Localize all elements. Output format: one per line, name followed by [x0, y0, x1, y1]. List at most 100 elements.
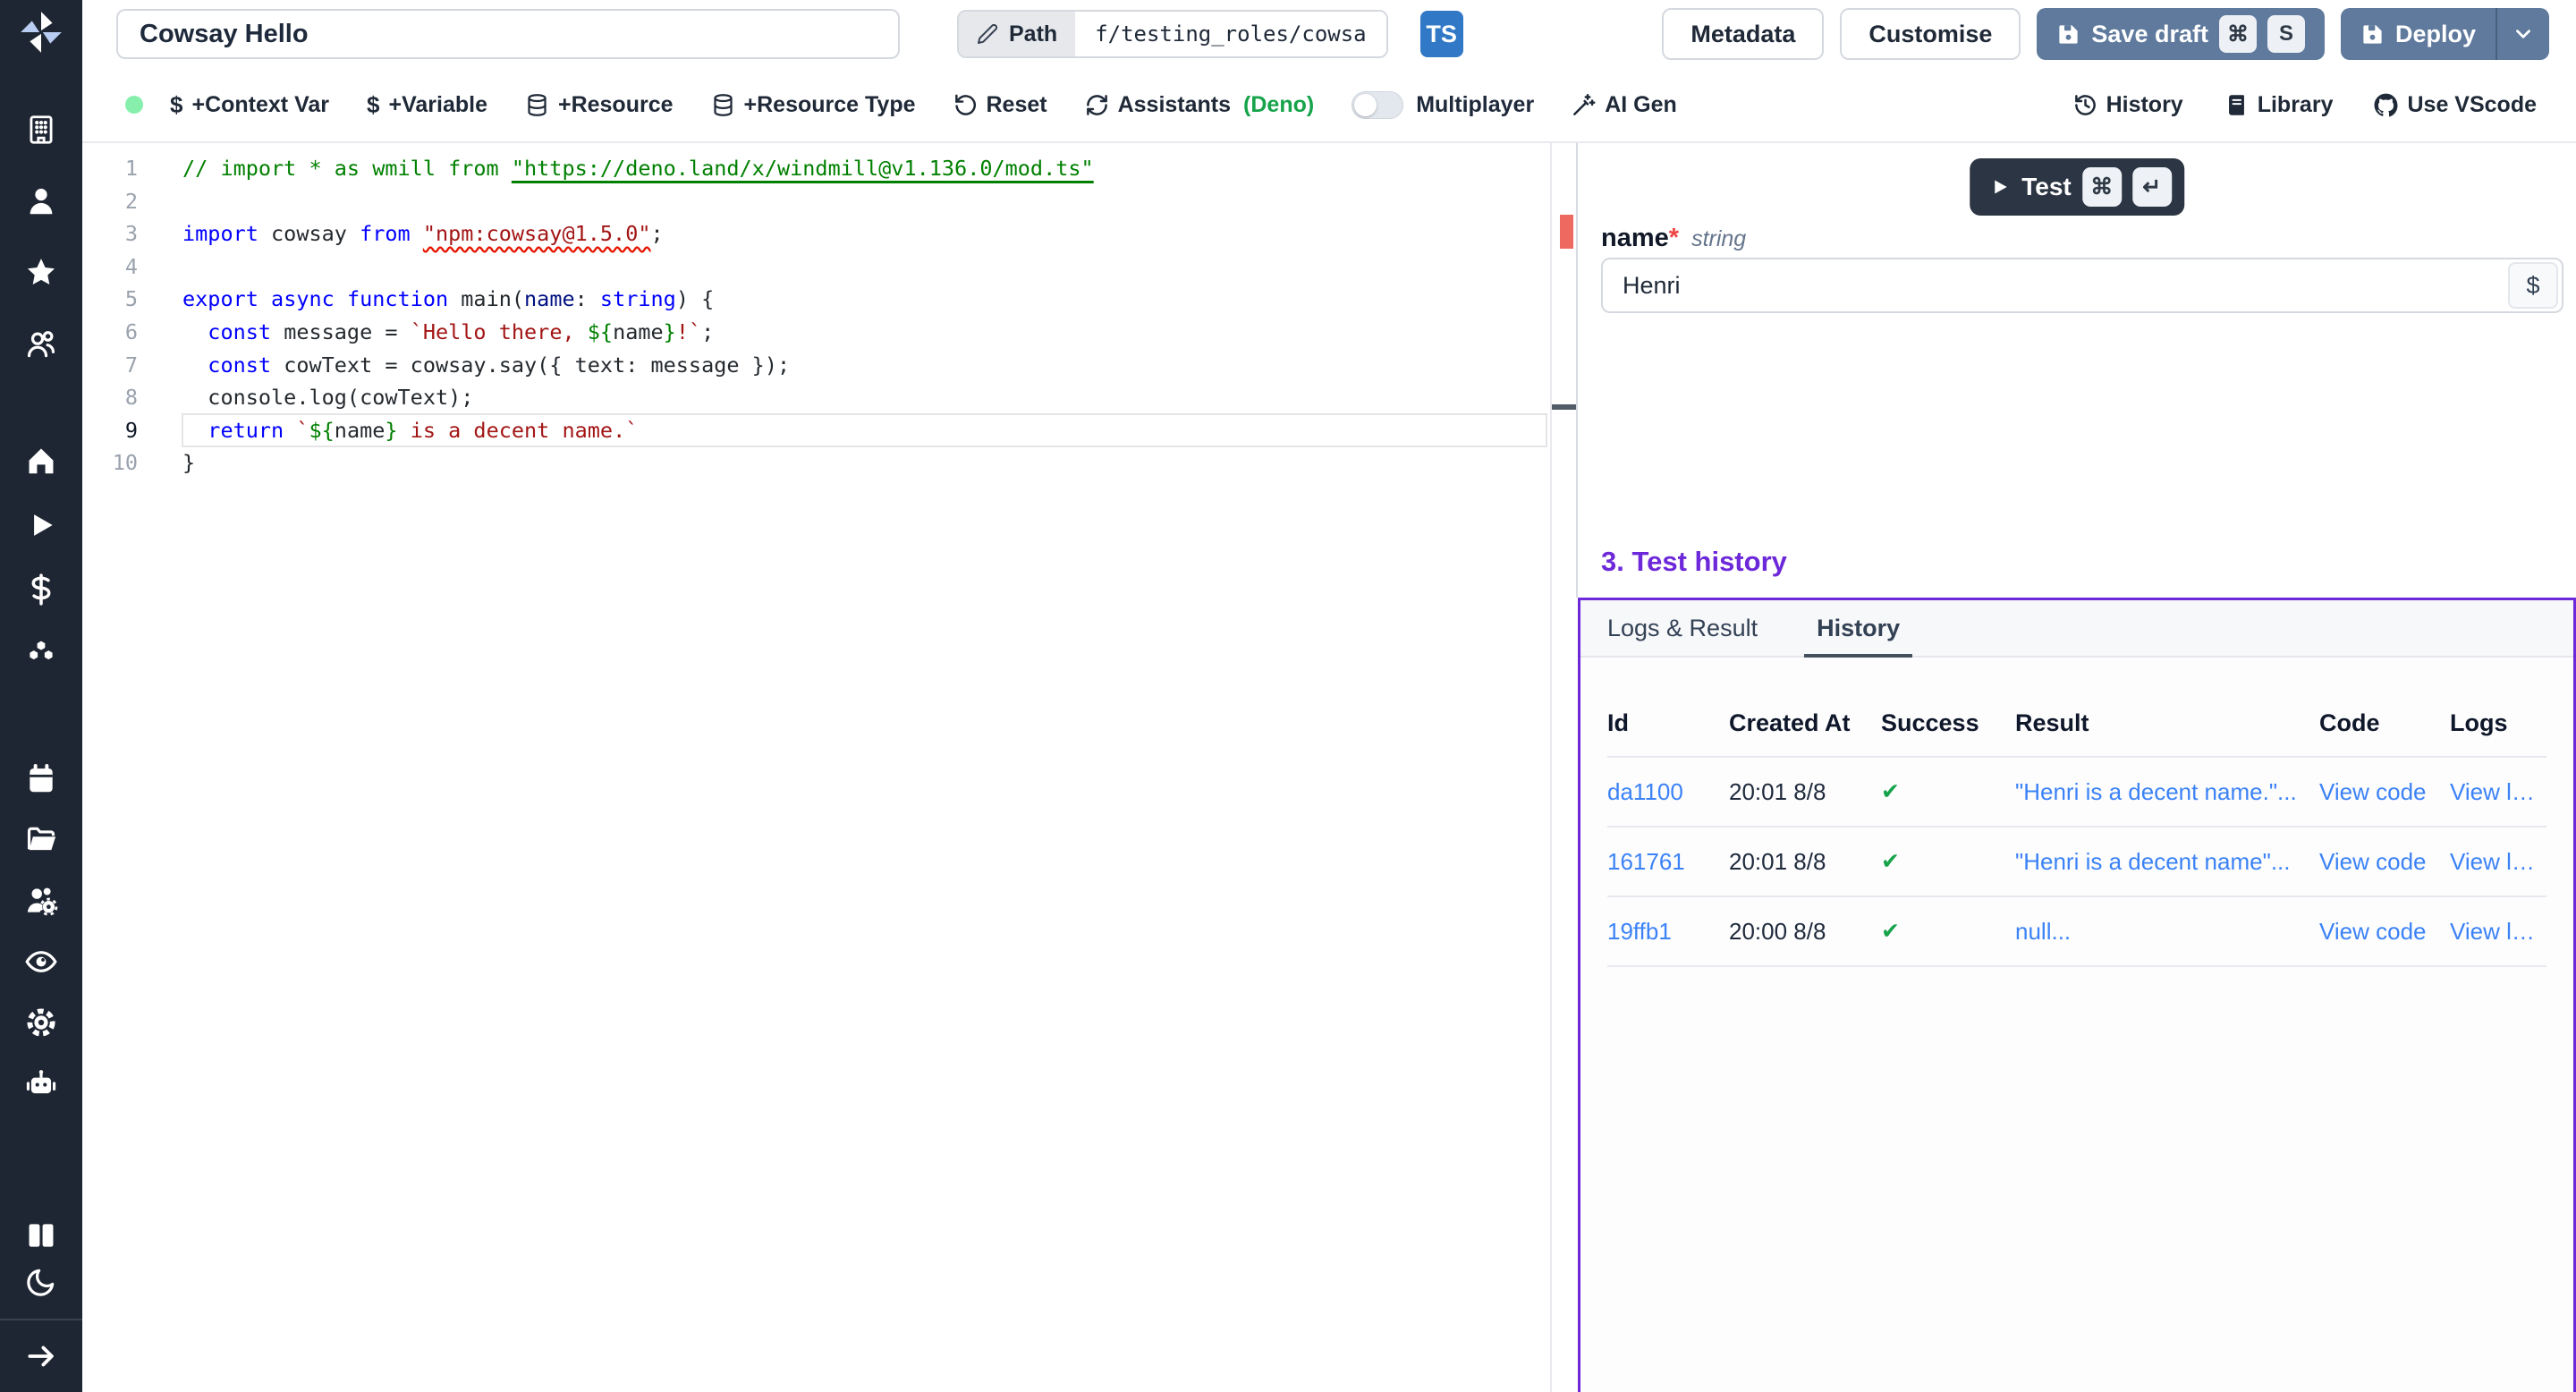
created-at: 20:00 8/8: [1729, 918, 1881, 946]
docs-book-icon[interactable]: [24, 1218, 58, 1252]
code-line[interactable]: return `${name} is a decent name.`: [182, 414, 1546, 447]
use-vscode-button[interactable]: Use VScode: [2374, 92, 2537, 118]
deploy-dropdown-button[interactable]: [2497, 8, 2549, 60]
result-link[interactable]: "Henri is a decent name"...: [2015, 848, 2319, 876]
windmill-logo-icon[interactable]: [16, 7, 66, 57]
code-line[interactable]: }: [182, 446, 1546, 480]
code-line[interactable]: [182, 185, 1546, 218]
runs-play-icon[interactable]: [24, 508, 58, 542]
metadata-button[interactable]: Metadata: [1662, 8, 1824, 60]
add-resource-button[interactable]: +Resource: [525, 92, 674, 118]
code-line[interactable]: import cowsay from "npm:cowsay@1.5.0";: [182, 217, 1546, 250]
editor-code[interactable]: // import * as wmill from "https://deno.…: [182, 152, 1546, 480]
editor-overview-ruler[interactable]: [1552, 143, 1578, 1392]
tab-logs-result[interactable]: Logs & Result: [1607, 600, 1758, 656]
save-draft-button[interactable]: Save draft ⌘ S: [2037, 8, 2325, 60]
assistants-button[interactable]: Assistants (Deno): [1085, 92, 1315, 118]
add-context-var-button[interactable]: $ +Context Var: [170, 91, 329, 119]
section-title: 3. Test history: [1601, 546, 1787, 578]
view-logs-link[interactable]: View logs: [2450, 918, 2546, 946]
dark-mode-moon-icon[interactable]: [24, 1265, 58, 1299]
view-logs-link[interactable]: View logs: [2450, 778, 2546, 806]
table-row: 19ffb120:00 8/8✔null...View codeView log…: [1607, 897, 2546, 967]
view-code-link[interactable]: View code: [2319, 918, 2450, 946]
column-header: Code: [2319, 709, 2450, 737]
schedules-calendar-icon[interactable]: [24, 762, 58, 796]
test-button[interactable]: Test ⌘ ↵: [1970, 158, 2184, 216]
error-marker: [1560, 215, 1573, 249]
script-title-input[interactable]: [116, 9, 900, 59]
wand-icon: [1572, 93, 1596, 117]
database-icon: [525, 93, 549, 117]
save-draft-label: Save draft: [2091, 21, 2208, 48]
add-context-var-label: +Context Var: [191, 92, 329, 118]
notebook-icon: [2224, 93, 2249, 117]
deploy-button[interactable]: Deploy: [2341, 8, 2496, 60]
dollar-icon: $: [170, 91, 182, 119]
multiplayer-toggle[interactable]: [1352, 91, 1403, 119]
code-line[interactable]: const message = `Hello there, ${name}!`;: [182, 316, 1546, 349]
line-number: 2: [82, 185, 138, 218]
variables-dollar-icon[interactable]: [24, 573, 58, 607]
settings-gear-icon[interactable]: [24, 1006, 58, 1040]
line-number: 3: [82, 217, 138, 250]
home-icon[interactable]: [24, 444, 58, 478]
user-management-icon[interactable]: [24, 884, 58, 918]
view-logs-link[interactable]: View logs: [2450, 848, 2546, 876]
reset-button[interactable]: Reset: [953, 92, 1047, 118]
folders-icon[interactable]: [24, 823, 58, 857]
result-link[interactable]: "Henri is a decent name."...: [2015, 778, 2319, 806]
history-icon: [2073, 93, 2097, 117]
code-line[interactable]: // import * as wmill from "https://deno.…: [182, 152, 1546, 185]
add-resource-type-button[interactable]: +Resource Type: [711, 92, 916, 118]
path-button[interactable]: Path f/testing_roles/cowsa: [957, 10, 1388, 58]
add-variable-button[interactable]: $ +Variable: [367, 91, 487, 119]
line-number: 1: [82, 152, 138, 185]
path-button-label: Path: [1009, 21, 1057, 47]
test-label: Test: [2021, 173, 2072, 201]
code-line[interactable]: console.log(cowText);: [182, 381, 1546, 414]
code-editor[interactable]: 12345678910 // import * as wmill from "h…: [82, 143, 1552, 1392]
job-id-link[interactable]: 161761: [1607, 848, 1729, 876]
library-button[interactable]: Library: [2224, 92, 2334, 118]
resources-boxes-icon[interactable]: [24, 637, 58, 671]
audit-logs-eye-icon[interactable]: [24, 945, 58, 979]
favorites-star-icon[interactable]: [24, 256, 58, 290]
rotate-ccw-icon: [953, 93, 978, 117]
job-id-link[interactable]: 19ffb1: [1607, 918, 1729, 946]
kbd-cmd: ⌘: [2219, 15, 2257, 53]
customise-button[interactable]: Customise: [1840, 8, 2021, 60]
view-code-link[interactable]: View code: [2319, 778, 2450, 806]
code-line[interactable]: [182, 250, 1546, 284]
user-icon[interactable]: [24, 184, 58, 218]
insert-variable-button[interactable]: $: [2508, 262, 2558, 309]
name-input[interactable]: Henri $: [1601, 258, 2563, 313]
history-label: History: [2106, 92, 2183, 118]
expand-sidebar-arrow-icon[interactable]: [24, 1339, 58, 1373]
success-check-icon: ✔: [1881, 848, 2015, 875]
workers-robot-icon[interactable]: [24, 1066, 58, 1100]
cursor-marker: [1552, 404, 1578, 410]
history-button[interactable]: History: [2073, 92, 2183, 118]
code-line[interactable]: export async function main(name: string)…: [182, 283, 1546, 316]
history-table-header: IdCreated AtSuccessResultCodeLogs: [1607, 690, 2546, 758]
groups-users-icon[interactable]: [24, 327, 58, 361]
path-value[interactable]: f/testing_roles/cowsa: [1075, 12, 1385, 56]
line-number: 7: [82, 349, 138, 382]
deploy-split-button: Deploy: [2341, 8, 2549, 60]
editor-toolbar: $ +Context Var $ +Variable +Resource +Re…: [82, 68, 2576, 143]
assistants-language: (Deno): [1243, 92, 1314, 118]
job-id-link[interactable]: da1100: [1607, 778, 1729, 806]
add-variable-label: +Variable: [388, 92, 487, 118]
line-number: 9: [82, 414, 138, 447]
line-number: 4: [82, 250, 138, 284]
workspace-building-icon[interactable]: [24, 113, 58, 147]
ai-gen-button[interactable]: AI Gen: [1572, 92, 1677, 118]
code-line[interactable]: const cowText = cowsay.say({ text: messa…: [182, 349, 1546, 382]
column-header: Created At: [1729, 709, 1881, 737]
required-asterisk: *: [1669, 224, 1679, 253]
created-at: 20:01 8/8: [1729, 848, 1881, 876]
view-code-link[interactable]: View code: [2319, 848, 2450, 876]
result-link[interactable]: null...: [2015, 918, 2319, 946]
tab-history[interactable]: History: [1817, 600, 1900, 656]
